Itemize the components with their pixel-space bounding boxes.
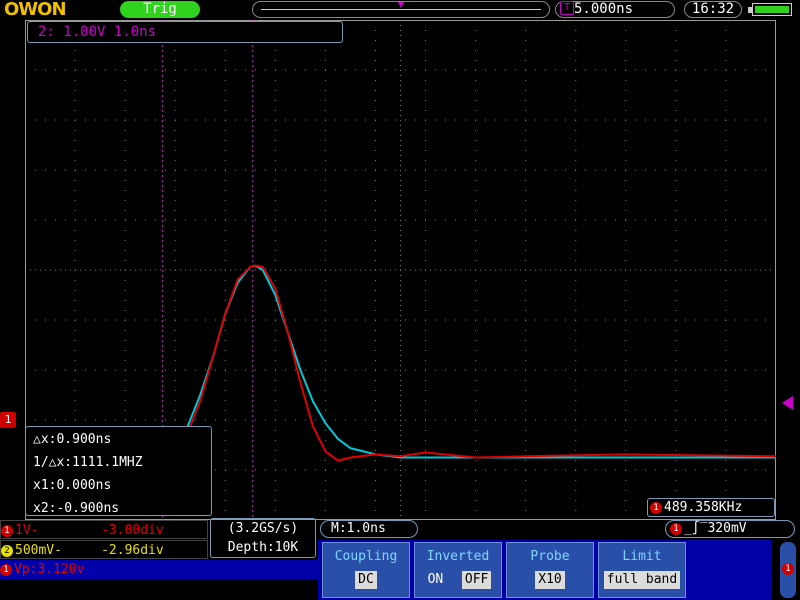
inverted-softkey[interactable]: Inverted ON OFF (414, 542, 502, 598)
probe-title: Probe (530, 549, 570, 564)
ch2-settings[interactable]: 2 500mV- -2.96div (0, 540, 208, 559)
zoom-window-info: 2: 1.00V 1.0ns (27, 21, 343, 43)
measurement-value: Vp:3.120v (14, 562, 85, 577)
cursor-inverse-delta-x: 1/△x:1111.1MHZ (33, 455, 143, 470)
frequency-readout: 1 489.358KHz (647, 498, 775, 517)
frequency-value: 489.358KHz (664, 500, 743, 515)
channel-select-icon: 1 (782, 563, 794, 575)
ch1-ground-marker-icon[interactable]: 1 (0, 412, 16, 428)
probe-value: X10 (535, 571, 565, 589)
coupling-softkey[interactable]: Coupling DC (322, 542, 410, 598)
cursor-delta-x: △x:0.900ns (33, 432, 112, 447)
ch1-badge-icon: 1 (1, 524, 13, 537)
cursor-readout-panel: △x:0.900ns 1/△x:1111.1MHZ x1:0.000ns x2:… (25, 426, 212, 516)
brand-logo: OWON (4, 0, 67, 20)
inverted-title: Inverted (426, 549, 490, 564)
limit-value: full band (603, 571, 681, 589)
menu-scroll-knob[interactable]: 1 (780, 542, 796, 598)
coupling-value: DC (355, 571, 377, 589)
trigger-level: _∫‾320mV (684, 521, 747, 536)
trigger-settings: 1 _∫‾320mV (665, 520, 795, 538)
ch1-settings[interactable]: 1 1V- -3.00div (0, 520, 208, 539)
timebase-icon: T (560, 1, 574, 15)
memory-bar-line (261, 9, 541, 10)
probe-softkey[interactable]: Probe X10 (506, 542, 594, 598)
timebase-value: 5.000ns (574, 1, 634, 17)
inverted-on-option: ON (427, 572, 444, 587)
ch2-badge-icon: 2 (1, 544, 13, 557)
logo-text: OWON (4, 0, 67, 20)
ch1-badge-icon: 1 (650, 501, 662, 514)
ch1-badge-icon: 1 (670, 522, 682, 535)
trigger-position-bar (252, 1, 550, 18)
coupling-title: Coupling (334, 549, 398, 564)
measurement-readout: 1 Vp:3.120v (0, 560, 318, 580)
ch2-settings-text: 500mV- -2.96div (15, 543, 164, 558)
trigger-position-marker-icon (398, 2, 404, 8)
limit-title: Limit (622, 549, 662, 564)
cursor-x2: x2:-0.900ns (33, 501, 120, 516)
cursor-x1: x1:0.000ns (33, 478, 112, 493)
memory-depth: Depth:10K (227, 540, 299, 555)
ch1-badge-icon: 1 (0, 563, 12, 576)
inverted-off-option: OFF (461, 571, 492, 589)
horizontal-main-timebase: M:1.0ns (320, 520, 418, 538)
timebase-readout: T 5.000ns (555, 1, 675, 18)
trigger-level-marker-icon[interactable] (782, 396, 793, 410)
trigger-status-badge: Trig (120, 1, 200, 18)
battery-icon (748, 3, 792, 16)
sample-rate: (3.2GS/s) (227, 521, 299, 536)
ch1-settings-text: 1V- -3.00div (15, 523, 164, 538)
limit-softkey[interactable]: Limit full band (598, 542, 686, 598)
acquisition-info: (3.2GS/s) Depth:10K (210, 518, 316, 558)
clock: 16:32 (684, 1, 742, 18)
